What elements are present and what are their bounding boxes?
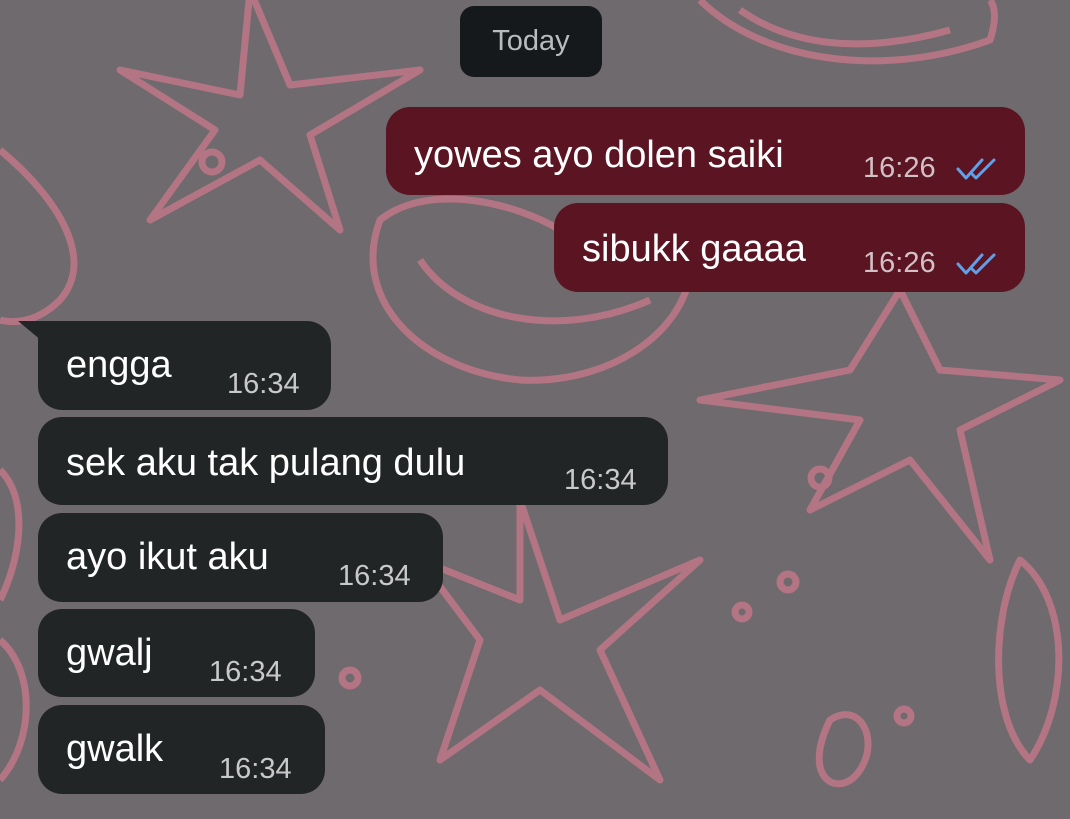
message-text: yowes ayo dolen saiki [414,134,784,176]
message-time: 16:26 [863,152,936,184]
message-time: 16:26 [863,247,936,279]
message-time: 16:34 [338,560,411,592]
message-time: 16:34 [564,464,637,496]
message-text: engga [66,344,172,386]
incoming-message[interactable]: ayo ikut aku 16:34 [38,513,443,602]
message-text: sibukk gaaaa [582,228,806,270]
incoming-message[interactable]: gwalk 16:34 [38,705,325,794]
shell-shape [995,556,1063,764]
incoming-message[interactable]: sek aku tak pulang dulu 16:34 [38,417,668,505]
message-time: 16:34 [219,753,292,785]
outgoing-message[interactable]: yowes ayo dolen saiki 16:26 [386,107,1025,195]
bubble-tail [18,321,42,341]
message-time: 16:34 [209,656,282,688]
message-text: gwalj [66,632,153,674]
message-time: 16:34 [227,368,300,400]
outgoing-message[interactable]: sibukk gaaaa 16:26 [554,203,1025,292]
message-text: ayo ikut aku [66,536,269,578]
incoming-message[interactable]: engga 16:34 [38,321,331,410]
message-text: gwalk [66,728,164,770]
starfish-shape [416,496,704,784]
starfish-shape [696,286,1064,564]
shell-shape [0,147,78,326]
double-check-icon [956,253,996,275]
message-text: sek aku tak pulang dulu [66,442,466,484]
double-check-icon [956,158,996,180]
date-separator: Today [460,6,602,77]
incoming-message[interactable]: gwalj 16:34 [38,609,315,697]
starfish-shape [116,0,424,234]
